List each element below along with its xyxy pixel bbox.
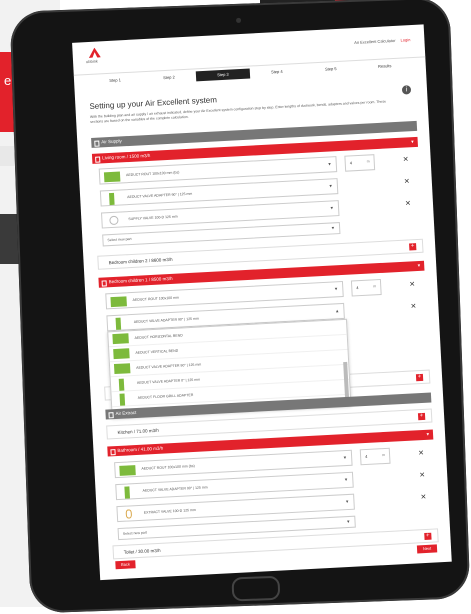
chevron-up-icon: ▴ [335, 308, 339, 315]
close-icon[interactable]: ✕ [419, 472, 425, 479]
duct-thumbnail [103, 171, 121, 183]
plus-icon[interactable]: + [424, 532, 432, 541]
part-label: AEDUCT VALVE ADAPTER 90° | 125 mm [142, 485, 208, 493]
chevron-down-icon: ▾ [345, 498, 349, 506]
chevron-down-icon: ▾ [328, 161, 331, 168]
new-part-placeholder: Select new part [107, 236, 132, 243]
close-icon[interactable]: ✕ [410, 303, 416, 310]
back-button[interactable]: Back [115, 560, 136, 570]
chevron-down-icon: ▾ [411, 139, 414, 146]
unit-label: m [373, 284, 377, 289]
close-icon[interactable]: ✕ [404, 178, 410, 185]
tab-step-4[interactable]: Step 4 [250, 66, 304, 79]
option-label: AEDUCT FLOOR GRILL ADAPTER [137, 392, 194, 400]
chevron-down-icon: ▾ [344, 477, 348, 484]
account-label: Air Excellent Calculator [354, 37, 396, 46]
part-label: SUPPLY VALVE 100-D 125 mm [128, 214, 178, 222]
duct-icon [94, 140, 100, 147]
part-label: AEDUCT VALVE ADAPTER 90° | 125 mm [133, 316, 199, 324]
login-link[interactable]: Login [400, 37, 410, 43]
adapter-thumbnail [124, 486, 131, 499]
home-button[interactable] [231, 575, 281, 602]
part-label: AEDUCT ROUT 100x100 mm (bs) [141, 463, 195, 471]
duct-icon [108, 412, 114, 419]
option-label: AEDUCT HORIZONTAL BEND [134, 333, 183, 340]
chevron-down-icon: ▾ [330, 205, 334, 212]
logo-text: ubbink [85, 58, 98, 65]
chevron-down-icon: ▾ [331, 225, 335, 232]
option-label: AEDUCT VALVE ADAPTER 90° | 125 mm [136, 362, 202, 370]
plus-icon[interactable]: + [409, 243, 417, 251]
duct-thumbnail [119, 465, 136, 476]
length-input[interactable]: 4 [359, 447, 391, 466]
option-label: AEDUCT VERTICAL BEND [135, 348, 179, 355]
room-icon [101, 280, 107, 287]
room-title: Bedroom children 1 / 8500 m3/h [108, 275, 173, 285]
next-button[interactable]: Next [416, 544, 438, 554]
plus-icon[interactable]: + [415, 373, 424, 382]
chevron-down-icon: ▾ [417, 262, 421, 270]
camera-icon [235, 17, 242, 23]
chevron-down-icon: ▾ [426, 431, 430, 438]
ubbink-logo-icon[interactable] [88, 47, 101, 58]
unit-label: m [366, 159, 370, 164]
info-icon[interactable]: i [401, 85, 412, 95]
header-account: Air Excellent Calculator Login [354, 37, 410, 45]
tab-step-2[interactable]: Step 2 [142, 71, 196, 84]
part-label: AEDUCT ROUT 100x100 mm [132, 295, 180, 302]
room-title: Living room / 1500 m3/h [102, 152, 151, 161]
close-icon[interactable]: ✕ [420, 494, 426, 501]
adapter-thumbnail [115, 317, 122, 330]
room-title: Bathroom / 41.00 m3/h [117, 445, 164, 453]
part-label: EXTRACT VALVE 100-D 125 mm [143, 507, 196, 515]
chevron-down-icon: ▾ [346, 518, 350, 526]
tablet-screen: ubbink Air Excellent Calculator Login St… [72, 24, 452, 581]
room-label: Toilet / 30.00 m3/h [123, 547, 161, 555]
valve-thumbnail [109, 215, 119, 226]
chevron-down-icon: ▾ [343, 455, 347, 462]
valve-thumbnail [125, 509, 133, 519]
close-icon[interactable]: ✕ [405, 200, 411, 207]
plus-icon[interactable]: + [417, 412, 426, 421]
close-icon[interactable]: ✕ [418, 450, 424, 457]
room-label: Bedroom children 2 / 8600 m3/h [108, 256, 173, 266]
section-title: Air Extract [115, 409, 137, 417]
bend-thumbnail [113, 348, 130, 360]
unit-label: m [381, 453, 386, 458]
option-label: AEDUCT VALVE ADAPTER 0° | 125 mm [136, 377, 201, 385]
adapter-thumbnail [119, 393, 126, 406]
adapter-thumbnail [118, 378, 125, 391]
room-icon [110, 449, 116, 456]
chevron-down-icon: ▾ [329, 183, 333, 190]
length-input[interactable]: 4 [344, 154, 376, 172]
bend-thumbnail [112, 333, 129, 345]
tablet-frame: ubbink Air Excellent Calculator Login St… [9, 0, 471, 614]
tab-results[interactable]: Results [358, 60, 412, 73]
close-icon[interactable]: ✕ [403, 156, 409, 163]
new-part-placeholder: Select new part [122, 530, 148, 536]
length-input[interactable]: 4 [350, 278, 382, 297]
part-label: AEDUCT ROUT 100x100 mm (bs) [125, 170, 180, 178]
adapter-thumbnail [113, 363, 131, 375]
room-label: Kitchen / 71.00 m3/h [117, 427, 159, 435]
room-icon [95, 156, 101, 163]
tab-step-3[interactable]: Step 3 [195, 68, 251, 82]
tab-step-1[interactable]: Step 1 [88, 74, 142, 87]
chevron-down-icon: ▾ [334, 286, 338, 293]
close-icon[interactable]: ✕ [409, 281, 415, 288]
tab-step-5[interactable]: Step 5 [304, 63, 358, 76]
duct-thumbnail [110, 296, 127, 308]
part-label: AEDUCT VALVE ADAPTER 90° | 125 mm [127, 191, 193, 200]
adapter-thumbnail [108, 192, 115, 206]
section-title: Air Supply [101, 138, 122, 145]
